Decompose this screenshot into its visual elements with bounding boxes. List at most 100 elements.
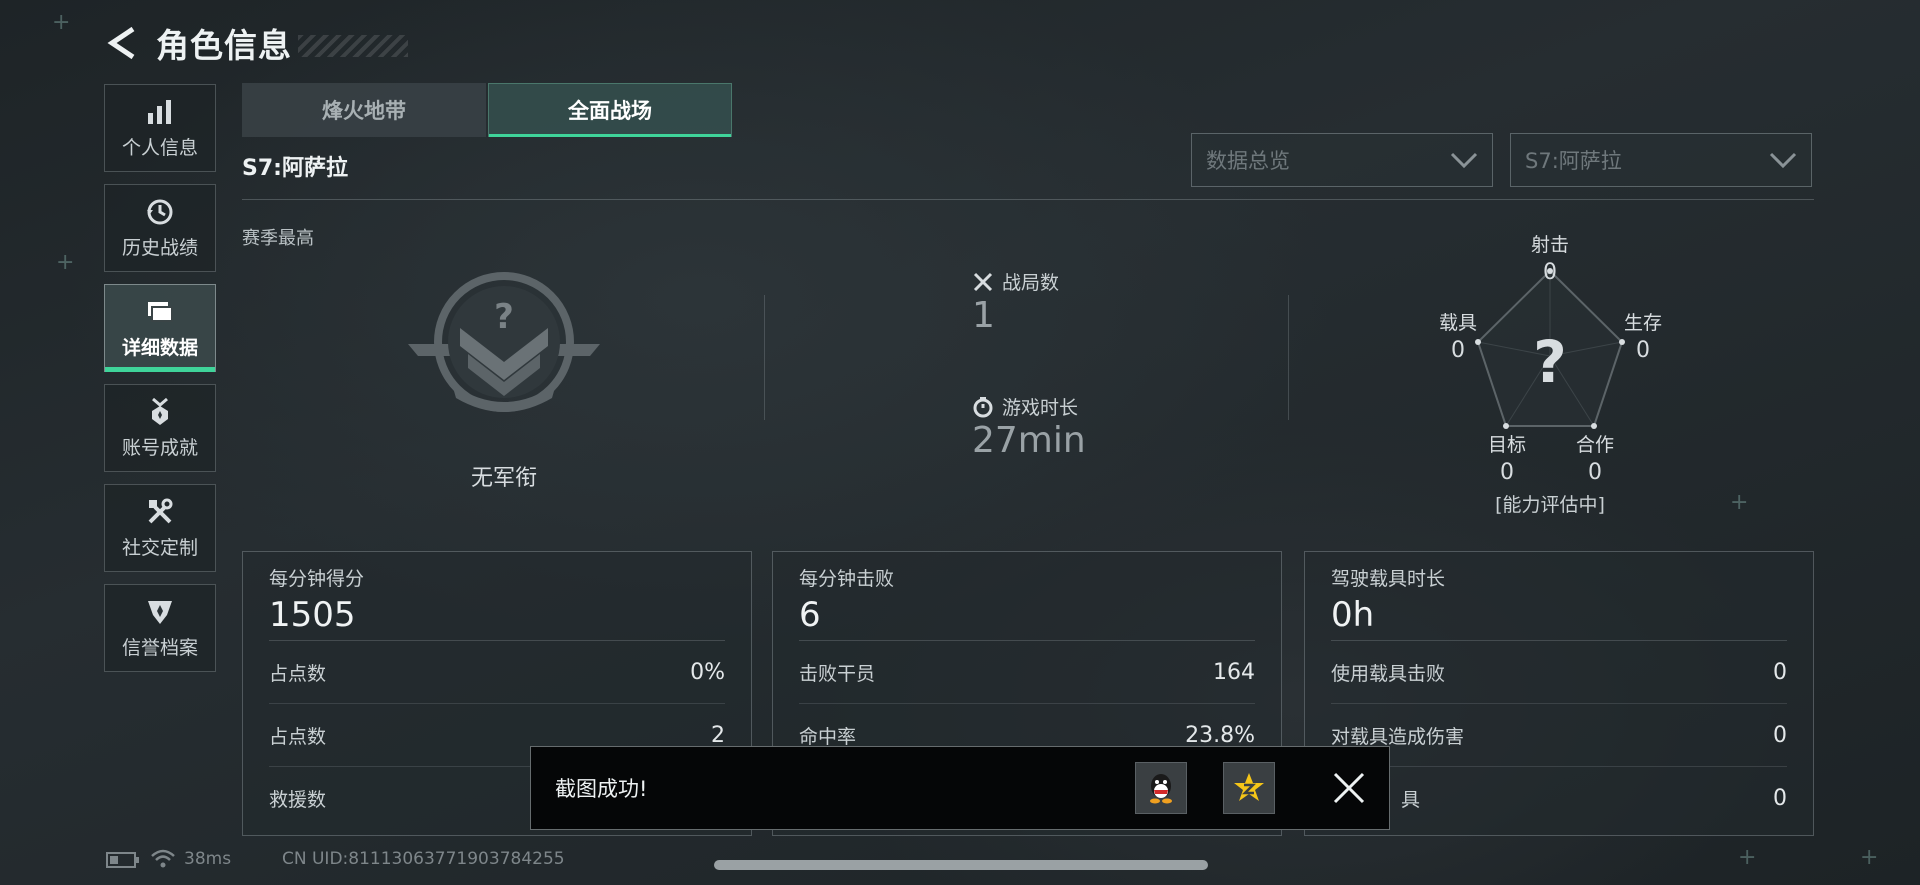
panel-value: 6 xyxy=(799,590,1255,641)
panel-row: 具 0 xyxy=(1331,767,1787,829)
panel-value: 0h xyxy=(1331,590,1787,641)
sidebar-item-label: 个人信息 xyxy=(121,136,198,159)
playtime-value: 27min xyxy=(972,420,1086,461)
radar-center-mark: ? xyxy=(1533,328,1567,396)
radar-label-vehicle: 载具 xyxy=(1438,312,1477,334)
sidebar-item-personal-info[interactable]: 个人信息 xyxy=(104,84,216,172)
rank-name: 无军衔 xyxy=(470,466,537,491)
row-value: 0 xyxy=(1773,659,1787,685)
tab-fire-zone[interactable]: 烽火地带 xyxy=(242,83,486,137)
playtime-label: 游戏时长 xyxy=(1002,397,1079,419)
tools-icon xyxy=(148,498,173,523)
history-clock-icon xyxy=(147,199,173,224)
title-decoration xyxy=(298,35,408,57)
active-tab-indicator xyxy=(489,134,731,137)
bar-chart-icon xyxy=(148,99,171,124)
row-value: 0 xyxy=(1773,785,1787,811)
column-divider xyxy=(764,295,765,420)
row-value: 23.8% xyxy=(1185,722,1255,748)
panel-value: 1505 xyxy=(269,590,725,641)
sidebar-item-social-custom[interactable]: 社交定制 xyxy=(104,484,216,572)
decorative-plus: + xyxy=(1738,845,1757,870)
radar-value-cooperation: 0 xyxy=(1588,460,1602,485)
home-indicator[interactable] xyxy=(714,860,1208,870)
row-label: 占点数 xyxy=(269,725,327,748)
row-label: 救援数 xyxy=(269,788,327,811)
crossed-swords-icon xyxy=(973,272,993,291)
radar-status: [能力评估中] xyxy=(1495,494,1605,516)
sidebar-item-history[interactable]: 历史战绩 xyxy=(104,184,216,272)
share-qzone-button[interactable] xyxy=(1223,762,1275,814)
dropdown-value: S7:阿萨拉 xyxy=(1525,149,1622,173)
section-divider xyxy=(242,199,1814,200)
user-uid: CN UID:81113063771903784255 xyxy=(282,849,565,869)
matches-stat: 战局数 1 xyxy=(972,268,1059,336)
header: 角色信息 xyxy=(106,18,408,68)
data-type-dropdown[interactable]: 数据总览 xyxy=(1191,133,1493,187)
panel-title: 每分钟得分 xyxy=(269,568,365,590)
row-label: 命中率 xyxy=(799,725,857,748)
radar-label-objective: 目标 xyxy=(1487,434,1526,456)
rank-emblem-icon: ? xyxy=(408,272,600,412)
tab-label: 全面战场 xyxy=(568,99,652,123)
svg-text:?: ? xyxy=(494,297,514,337)
season-title: S7:阿萨拉 xyxy=(242,156,348,181)
ping-value: 38ms xyxy=(184,849,232,869)
radar-value-survival: 0 xyxy=(1636,338,1650,363)
active-indicator xyxy=(105,367,215,372)
panel-title: 驾驶载具时长 xyxy=(1331,568,1446,590)
row-label: 击败干员 xyxy=(799,662,876,685)
battery-icon xyxy=(106,852,139,868)
decorative-plus: + xyxy=(1730,490,1749,515)
close-icon[interactable] xyxy=(1329,768,1369,808)
sidebar-item-label: 历史战绩 xyxy=(121,236,198,259)
decorative-plus: + xyxy=(52,10,71,35)
shield-emblem-icon xyxy=(148,600,172,624)
playtime-stat: 游戏时长 27min xyxy=(972,393,1086,461)
folders-icon xyxy=(148,301,173,322)
chevron-down-icon xyxy=(1769,152,1797,169)
decorative-plus: + xyxy=(1860,845,1879,870)
wifi-icon xyxy=(151,849,175,868)
decorative-plus: + xyxy=(56,250,75,275)
matches-label: 战局数 xyxy=(1002,272,1060,294)
row-value: 2 xyxy=(711,722,725,748)
radar-label-survival: 生存 xyxy=(1623,312,1662,334)
qq-icon xyxy=(1150,774,1172,804)
sidebar-item-label: 详细数据 xyxy=(121,336,198,359)
row-label: 使用载具击败 xyxy=(1331,662,1446,685)
matches-value: 1 xyxy=(972,295,995,336)
row-label: 占点数 xyxy=(269,662,327,685)
column-divider xyxy=(1288,295,1289,420)
panel-row: 对载具造成伤害 0 xyxy=(1331,704,1787,767)
row-value: 164 xyxy=(1213,659,1255,685)
sidebar-item-label: 账号成就 xyxy=(121,436,198,459)
dropdown-value: 数据总览 xyxy=(1206,149,1290,173)
sidebar-item-credit-profile[interactable]: 信誉档案 xyxy=(104,584,216,672)
radar-value-vehicle: 0 xyxy=(1451,338,1465,363)
season-dropdown[interactable]: S7:阿萨拉 xyxy=(1510,133,1812,187)
page-title: 角色信息 xyxy=(156,26,292,65)
back-arrow-icon[interactable] xyxy=(106,26,140,60)
row-label: 对载具造成伤害 xyxy=(1331,725,1465,748)
sidebar-item-label: 信誉档案 xyxy=(121,636,198,659)
medal-icon xyxy=(152,397,168,425)
stopwatch-icon xyxy=(973,396,993,417)
radar-value-objective: 0 xyxy=(1500,460,1514,485)
season-best-label: 赛季最高 xyxy=(242,228,314,249)
qzone-star-icon xyxy=(1234,773,1264,801)
row-value: 0% xyxy=(690,659,725,685)
chevron-down-icon xyxy=(1450,152,1478,169)
tab-full-battlefield[interactable]: 全面战场 xyxy=(488,83,732,137)
sidebar-item-detailed-data[interactable]: 详细数据 xyxy=(104,284,216,372)
radar-value-shooting: 0 xyxy=(1543,260,1557,285)
sidebar-item-achievements[interactable]: 账号成就 xyxy=(104,384,216,472)
share-qq-button[interactable] xyxy=(1135,762,1187,814)
sidebar-item-label: 社交定制 xyxy=(121,536,198,559)
radar-label-shooting: 射击 xyxy=(1530,234,1569,256)
panel-row: 击败干员 164 xyxy=(799,641,1255,704)
toast-message: 截图成功! xyxy=(555,777,648,801)
row-value: 0 xyxy=(1773,722,1787,748)
panel-title: 每分钟击败 xyxy=(799,568,895,590)
radar-label-cooperation: 合作 xyxy=(1575,434,1614,456)
